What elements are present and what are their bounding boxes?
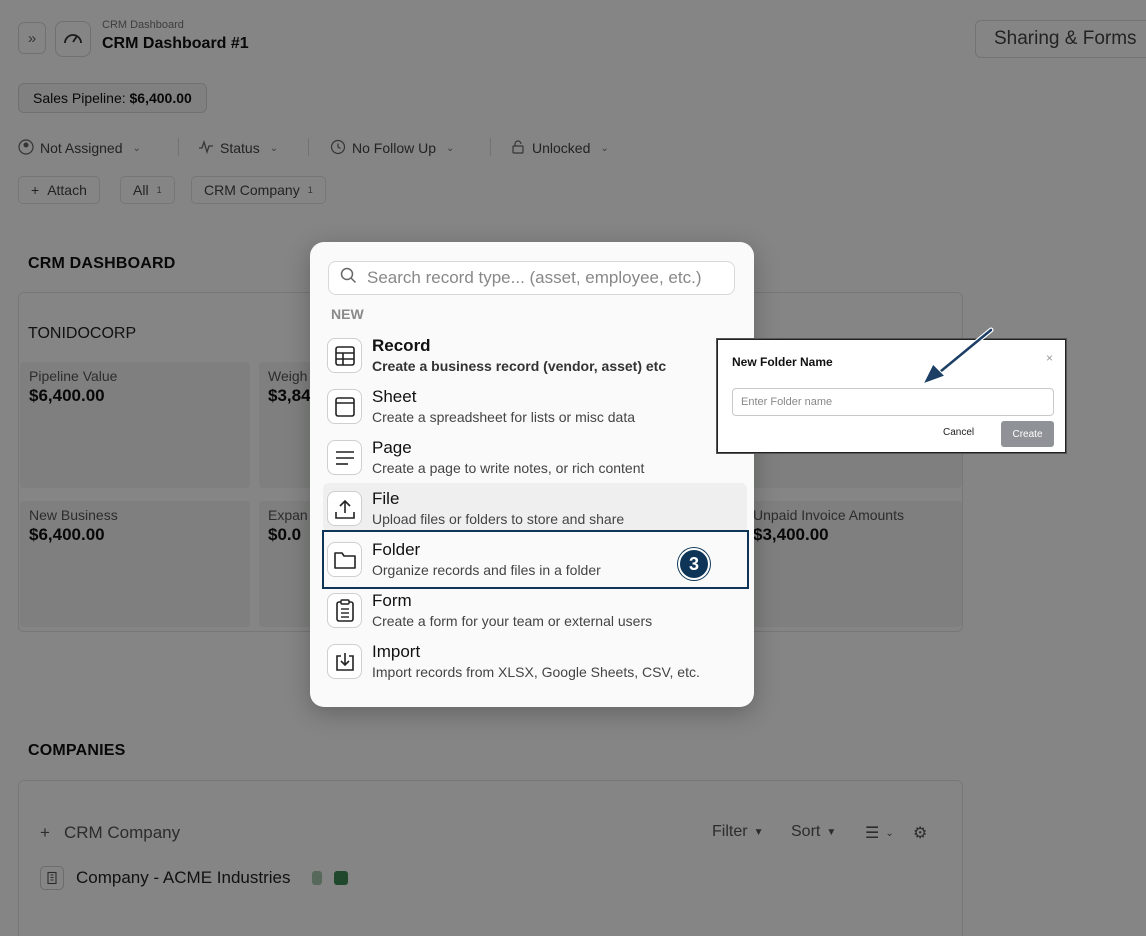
step-number-badge: 3 bbox=[678, 548, 710, 580]
create-new-menu: NEW Record Create a business record (ven… bbox=[310, 242, 754, 707]
create-button[interactable]: Create bbox=[1001, 421, 1054, 447]
sheet-icon bbox=[327, 389, 362, 424]
search-icon bbox=[340, 267, 357, 289]
folder-name-input[interactable] bbox=[732, 388, 1054, 416]
menu-item-import[interactable]: Import Import records from XLSX, Google … bbox=[323, 636, 747, 685]
menu-item-record[interactable]: Record Create a business record (vendor,… bbox=[323, 330, 747, 379]
menu-item-sheet[interactable]: Sheet Create a spreadsheet for lists or … bbox=[323, 381, 747, 430]
close-icon[interactable]: × bbox=[1046, 351, 1053, 365]
menu-item-form[interactable]: Form Create a form for your team or exte… bbox=[323, 585, 747, 634]
record-type-search[interactable] bbox=[328, 261, 735, 295]
pointer-arrow-icon bbox=[921, 327, 994, 386]
new-section-label: NEW bbox=[331, 306, 364, 322]
dialog-title: New Folder Name bbox=[732, 355, 833, 369]
menu-item-file[interactable]: File Upload files or folders to store an… bbox=[323, 483, 747, 532]
menu-item-page[interactable]: Page Create a page to write notes, or ri… bbox=[323, 432, 747, 481]
search-input[interactable] bbox=[367, 268, 727, 288]
cancel-button[interactable]: Cancel bbox=[943, 427, 974, 438]
import-icon bbox=[327, 644, 362, 679]
new-folder-dialog: New Folder Name × Cancel Create bbox=[717, 339, 1066, 453]
clipboard-icon bbox=[327, 593, 362, 628]
page-lines-icon bbox=[327, 440, 362, 475]
table-icon bbox=[327, 338, 362, 373]
upload-icon bbox=[327, 491, 362, 526]
